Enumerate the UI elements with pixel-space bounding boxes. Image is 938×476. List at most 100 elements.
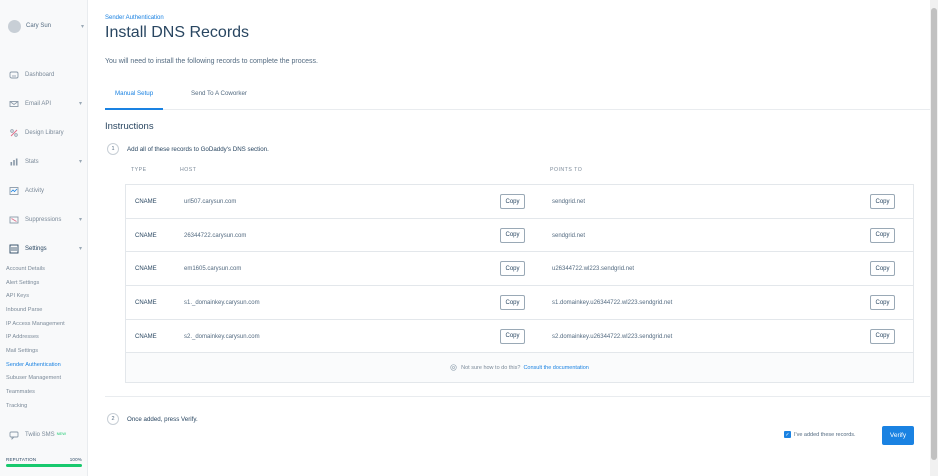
table-help-footer: Not sure how to do this? Consult the doc… xyxy=(126,353,913,383)
sidebar-item-settings[interactable]: Settings ▾ xyxy=(0,234,88,263)
avatar xyxy=(8,19,21,33)
step-number: 2 xyxy=(107,413,119,425)
copy-points-to-button[interactable]: Copy xyxy=(870,261,895,277)
record-points-to: sendgrid.net xyxy=(552,198,586,205)
table-row: CNAME s2._domainkey.carysun.com Copy s2.… xyxy=(126,319,913,354)
twilio-sms-label: Twilio SMS xyxy=(25,432,55,438)
sidebar-item-email-api[interactable]: Email API ▾ xyxy=(0,89,88,118)
table-row: CNAME s1._domainkey.carysun.com Copy s1.… xyxy=(126,286,913,320)
table-row: CNAME em1605.carysun.com Copy u26344722.… xyxy=(126,252,913,287)
record-points-to: u26344722.wl223.sendgrid.net xyxy=(552,266,635,273)
copy-host-button[interactable]: Copy xyxy=(500,328,525,344)
submenu-item-alert-settings[interactable]: Alert Settings xyxy=(0,276,88,290)
documentation-link[interactable]: Consult the documentation xyxy=(523,365,588,371)
sidebar-item-label: Dashboard xyxy=(25,71,55,78)
chevron-down-icon: ▾ xyxy=(78,217,82,223)
record-points-to: s2.domainkey.u26344722.wl223.sendgrid.ne… xyxy=(552,333,673,340)
activity-icon xyxy=(9,186,19,196)
record-host: s1._domainkey.carysun.com xyxy=(184,299,260,306)
sidebar-item-design-library[interactable]: Design Library xyxy=(0,118,88,147)
dashboard-icon xyxy=(9,70,19,80)
checkmark-icon: ✓ xyxy=(784,431,791,438)
page-title: Install DNS Records xyxy=(105,24,250,41)
new-badge: NEW xyxy=(56,430,67,436)
reputation-label: REPUTATION xyxy=(6,457,37,462)
copy-host-button[interactable]: Copy xyxy=(500,261,525,277)
table-row: CNAME url507.carysun.com Copy sendgrid.n… xyxy=(126,185,913,219)
checkbox-label: I've added these records. xyxy=(794,431,856,438)
breadcrumb[interactable]: Sender Authentication xyxy=(105,15,164,21)
column-header-type: TYPE xyxy=(131,167,147,173)
submenu-item-subuser-management[interactable]: Subuser Management xyxy=(0,372,88,386)
sidebar-item-label: Design Library xyxy=(25,129,64,136)
submenu-item-inbound-parse[interactable]: Inbound Parse xyxy=(0,303,88,317)
sidebar-nav: Dashboard Email API ▾ Design Library Sta… xyxy=(0,60,88,263)
verify-button[interactable]: Verify xyxy=(882,426,914,445)
question-icon xyxy=(450,364,457,372)
scrollbar-thumb[interactable] xyxy=(931,8,937,460)
column-header-points-to: POINTS TO xyxy=(550,167,583,173)
copy-host-button[interactable]: Copy xyxy=(500,194,525,209)
record-points-to: s1.domainkey.u26344722.wl223.sendgrid.ne… xyxy=(552,299,673,306)
reputation-meter: REPUTATION 100% xyxy=(6,457,82,467)
sidebar-item-label: Activity xyxy=(25,187,45,194)
page-description: You will need to install the following r… xyxy=(105,58,318,65)
step-text: Add all of these records to GoDaddy's DN… xyxy=(127,145,269,153)
submenu-item-api-keys[interactable]: API Keys xyxy=(0,289,88,303)
record-points-to: sendgrid.net xyxy=(552,232,586,239)
record-type: CNAME xyxy=(135,266,157,273)
step-number: 1 xyxy=(107,143,119,155)
sidebar-item-twilio-sms[interactable]: Twilio SMS NEW xyxy=(9,430,66,440)
settings-icon xyxy=(9,244,19,254)
scrollbar[interactable] xyxy=(930,0,938,476)
email-api-icon xyxy=(9,99,19,109)
submenu-item-ip-addresses[interactable]: IP Addresses xyxy=(0,330,88,344)
submenu-item-tracking[interactable]: Tracking xyxy=(0,399,88,413)
copy-points-to-button[interactable]: Copy xyxy=(870,295,895,311)
step-2: 2 Once added, press Verify. xyxy=(107,413,198,425)
record-type: CNAME xyxy=(135,232,157,239)
record-type: CNAME xyxy=(135,198,157,205)
reputation-bar xyxy=(6,464,82,467)
tab-manual-setup[interactable]: Manual Setup xyxy=(105,90,164,110)
sidebar-item-stats[interactable]: Stats ▾ xyxy=(0,147,88,176)
sidebar-item-label: Email API xyxy=(25,100,52,107)
sidebar-item-suppressions[interactable]: Suppressions ▾ xyxy=(0,205,88,234)
submenu-item-teammates[interactable]: Teammates xyxy=(0,385,88,399)
stats-icon xyxy=(9,157,19,167)
chevron-down-icon: ▾ xyxy=(80,23,84,30)
sms-icon xyxy=(9,430,19,440)
submenu-item-ip-access-management[interactable]: IP Access Management xyxy=(0,317,88,331)
submenu-item-sender-authentication[interactable]: Sender Authentication xyxy=(0,358,88,372)
record-host: url507.carysun.com xyxy=(184,198,237,205)
copy-points-to-button[interactable]: Copy xyxy=(870,328,895,344)
chevron-down-icon: ▾ xyxy=(78,246,82,252)
dns-records-table: CNAME url507.carysun.com Copy sendgrid.n… xyxy=(125,184,914,384)
chevron-down-icon: ▾ xyxy=(78,159,82,165)
suppressions-icon xyxy=(9,215,19,225)
column-header-host: HOST xyxy=(180,167,197,173)
records-added-checkbox[interactable]: ✓ I've added these records. xyxy=(784,431,856,438)
copy-points-to-button[interactable]: Copy xyxy=(870,227,895,243)
submenu-item-account-details[interactable]: Account Details xyxy=(0,262,88,276)
record-host: em1605.carysun.com xyxy=(184,266,242,273)
design-library-icon xyxy=(9,128,19,138)
tab-send-to-coworker[interactable]: Send To A Coworker xyxy=(181,90,257,110)
record-type: CNAME xyxy=(135,333,157,340)
tab-bar: Manual Setup Send To A Coworker xyxy=(105,84,930,110)
settings-submenu: Account Details Alert Settings API Keys … xyxy=(0,262,88,413)
sidebar-item-activity[interactable]: Activity xyxy=(0,176,88,205)
user-menu[interactable]: Cary Sun ▾ xyxy=(8,16,84,36)
instructions-heading: Instructions xyxy=(105,121,154,132)
copy-points-to-button[interactable]: Copy xyxy=(870,194,895,209)
submenu-item-mail-settings[interactable]: Mail Settings xyxy=(0,344,88,358)
sidebar-item-label: Suppressions xyxy=(25,216,62,223)
sidebar: Cary Sun ▾ Dashboard Email API ▾ Design … xyxy=(0,0,88,476)
record-type: CNAME xyxy=(135,299,157,306)
copy-host-button[interactable]: Copy xyxy=(500,227,525,243)
table-row: CNAME 26344722.carysun.com Copy sendgrid… xyxy=(126,218,913,253)
copy-host-button[interactable]: Copy xyxy=(500,295,525,311)
divider xyxy=(105,396,930,397)
sidebar-item-dashboard[interactable]: Dashboard xyxy=(0,60,88,89)
record-host: s2._domainkey.carysun.com xyxy=(184,333,260,340)
